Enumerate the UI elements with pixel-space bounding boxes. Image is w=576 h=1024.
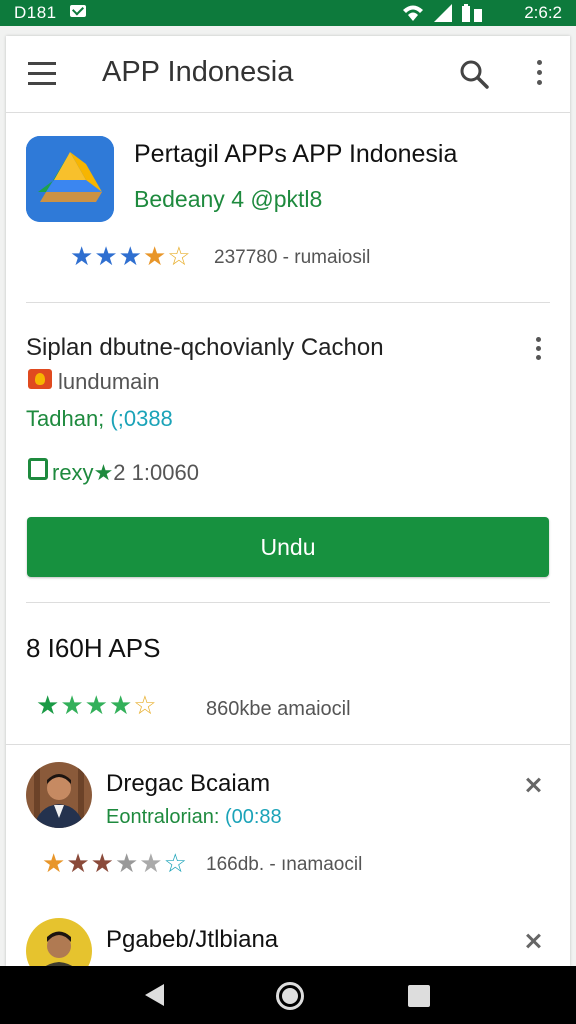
star-icon: ★ — [142, 241, 167, 271]
app-rating-stars: ★ ★ ★ ★ ☆ — [70, 243, 192, 269]
reviewer-info-label: Eontralorian: — [106, 806, 225, 828]
reviewer-info: Eontralorian: (00:88 — [106, 806, 282, 829]
hamburger-menu-icon[interactable] — [28, 62, 58, 86]
divider — [26, 302, 550, 303]
star-icon: ★ — [94, 241, 118, 271]
review-rating-text: 166db. - ınamaocil — [206, 854, 363, 875]
app-developer[interactable]: Bedeany 4 @pktl8 — [134, 186, 322, 213]
section-overflow-icon[interactable] — [533, 335, 543, 363]
toolbar-title: APP Indonesia — [102, 56, 294, 88]
section-rating-text: 860kbe amaiocil — [206, 698, 351, 720]
section-rating-stars: ★ ★ ★ ★ ☆ — [36, 692, 158, 718]
meta-label: rexy — [52, 460, 94, 485]
navigation-bar — [0, 966, 576, 1024]
bag-icon — [28, 458, 48, 480]
reviewer-info-value: (00:88 — [224, 806, 282, 828]
section-subtitle: lundumain — [58, 369, 160, 394]
star-outline-icon: ☆ — [167, 241, 191, 271]
star-outline-icon: ☆ — [133, 690, 157, 720]
reviewer-name: Dregac Bcaiam — [106, 770, 271, 797]
meta-value: 2 1:0060 — [113, 460, 199, 485]
back-icon[interactable] — [145, 984, 164, 1006]
star-icon: ★ — [66, 848, 90, 878]
star-icon: ★ — [60, 690, 84, 720]
app-title: Pertagil APPs APP Indonesia — [134, 140, 458, 168]
section-info-line: Tadhan; (;0388 — [26, 406, 173, 432]
recent-apps-icon[interactable] — [408, 985, 430, 1007]
divider — [6, 744, 570, 745]
star-icon: ★ — [108, 690, 133, 720]
review-rating-stars: ★ ★ ★ ★ ★ ☆ — [42, 850, 188, 876]
app-rating-text: 237780 - rumaiosil — [214, 247, 371, 268]
section-title: Siplan dbutne-qchovianly Cachon — [26, 334, 384, 361]
reviewer-name: Pgabeb/Jtlbiana — [106, 926, 279, 953]
section-meta: rexy★2 1:0060 — [52, 460, 199, 486]
info-label: Tadhan; — [26, 406, 111, 431]
home-icon[interactable] — [276, 982, 304, 1010]
search-icon[interactable] — [458, 58, 490, 90]
star-icon: ★ — [84, 690, 108, 720]
star-icon: ★ — [70, 241, 94, 271]
main-card: APP Indonesia Pertagil APPs APP Indonesi… — [6, 36, 570, 984]
flame-icon — [28, 369, 52, 389]
star-icon: ★ — [139, 848, 163, 878]
star-icon: ★ — [114, 848, 139, 878]
star-icon: ★ — [93, 460, 114, 485]
star-icon: ★ — [118, 241, 142, 271]
toolbar: APP Indonesia — [6, 36, 570, 113]
battery-icon — [462, 4, 482, 22]
dismiss-icon[interactable] — [524, 776, 542, 794]
star-icon: ★ — [36, 690, 60, 720]
signal-icon — [434, 4, 452, 22]
info-value: (;0388 — [110, 406, 173, 431]
section-heading: 8 I60H APS — [26, 633, 161, 663]
overflow-menu-icon[interactable] — [534, 58, 544, 88]
status-time-left: D181 — [14, 3, 57, 22]
status-icons — [402, 3, 492, 23]
divider — [26, 602, 550, 603]
status-time-right: 2:6:2 — [524, 3, 562, 22]
star-icon: ★ — [42, 848, 66, 878]
install-button[interactable]: Undu — [27, 517, 549, 577]
star-outline-icon: ☆ — [163, 848, 187, 878]
avatar[interactable] — [26, 762, 92, 828]
app-icon[interactable] — [26, 136, 114, 222]
wifi-icon — [403, 5, 423, 21]
mail-icon — [70, 5, 86, 17]
dismiss-icon[interactable] — [524, 932, 542, 950]
star-icon: ★ — [90, 848, 114, 878]
status-bar: D181 2:6:2 — [0, 0, 576, 26]
